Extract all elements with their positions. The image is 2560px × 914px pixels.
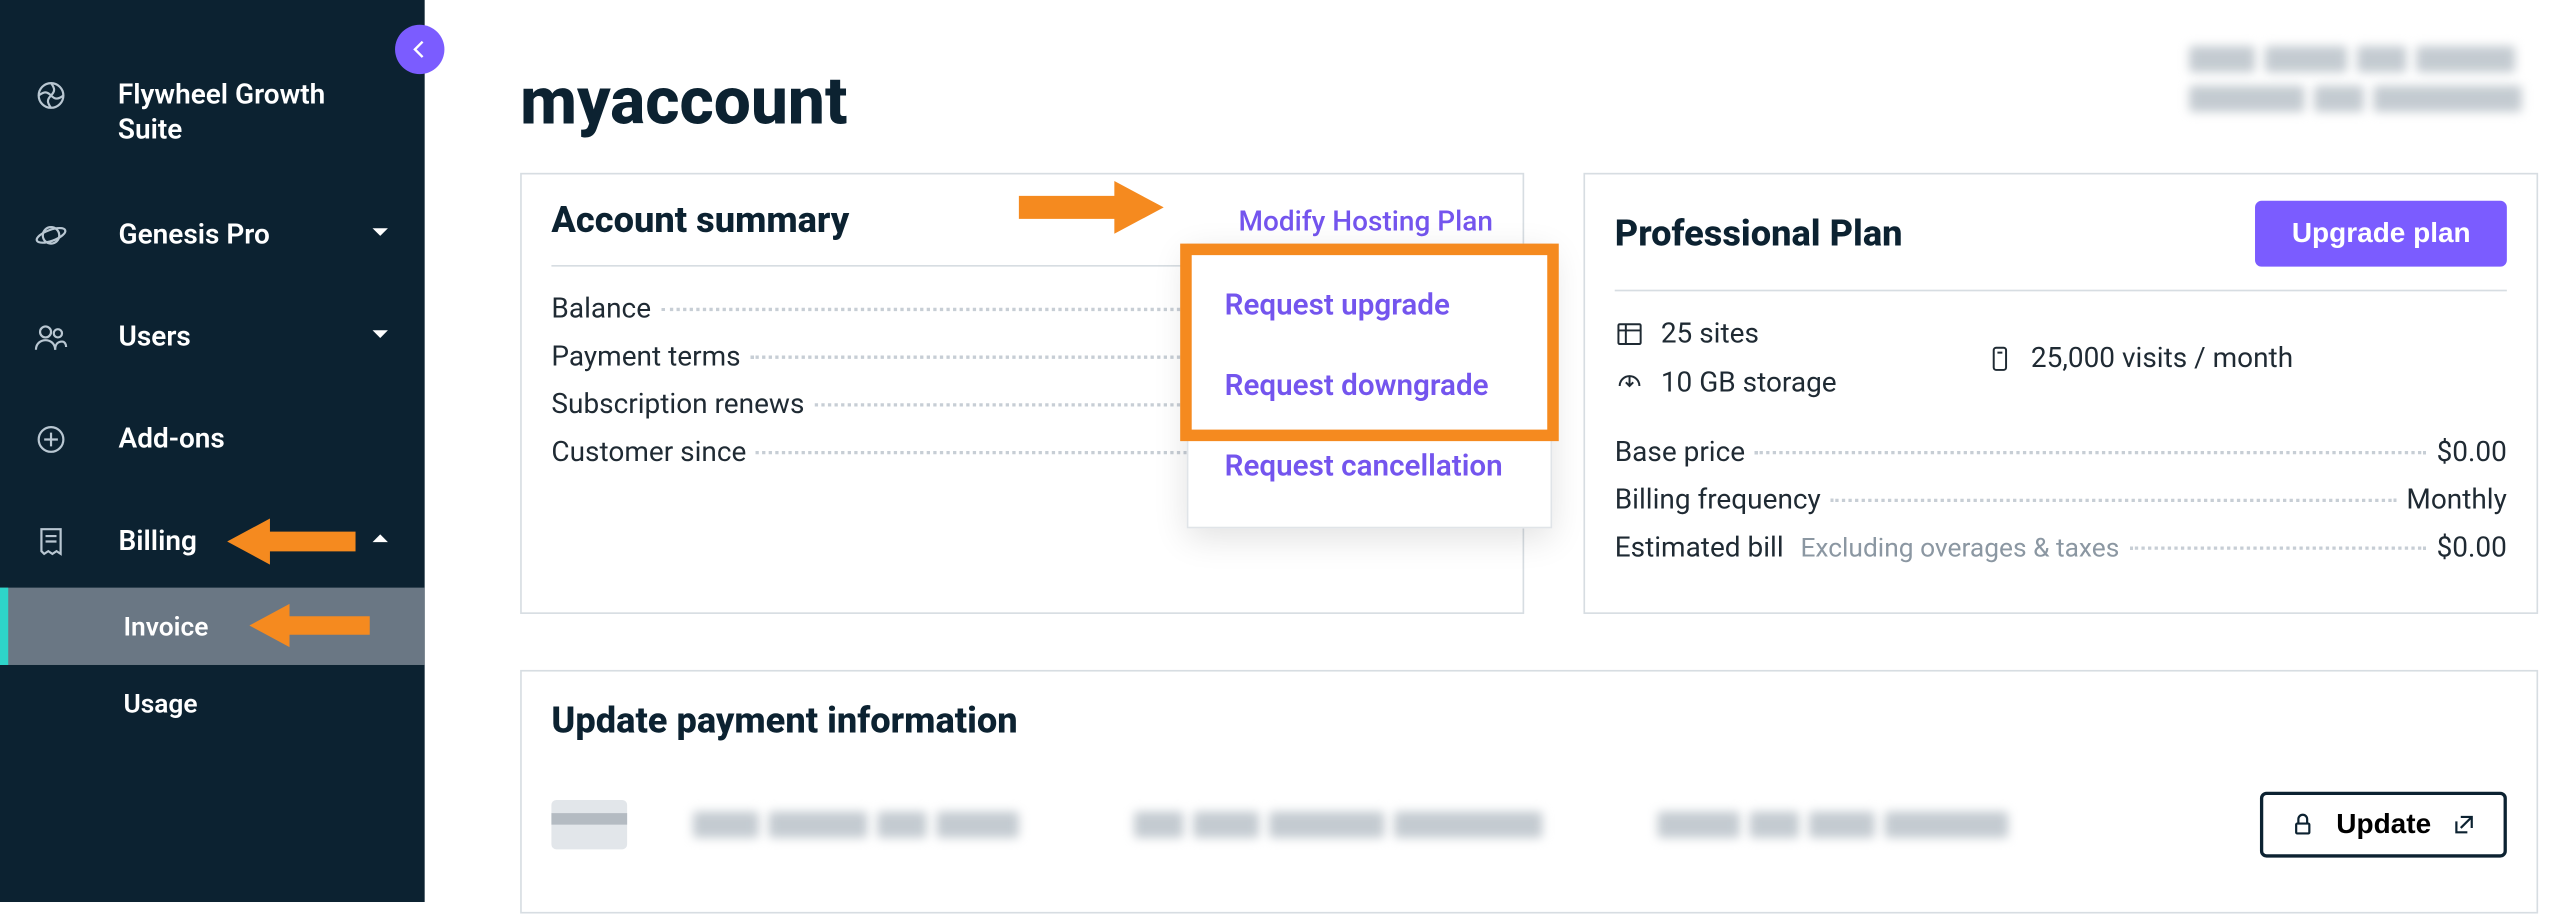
sidebar-item-label: Flywheel Growth Suite — [118, 79, 392, 149]
upgrade-plan-button[interactable]: Upgrade plan — [2256, 201, 2507, 267]
plan-row-base-price: Base price $0.00 — [1615, 436, 2507, 469]
dropdown-request-cancellation[interactable]: Request cancellation — [1188, 426, 1550, 507]
row-note: Excluding overages & taxes — [1800, 532, 2119, 563]
dropdown-request-upgrade[interactable]: Request upgrade — [1188, 265, 1550, 346]
update-payment-panel: Update payment information — [520, 670, 2538, 914]
sidebar-subitem-label: Usage — [123, 687, 197, 718]
stat-text: 10 GB storage — [1661, 367, 1837, 400]
row-label: Subscription renews — [551, 388, 804, 421]
sidebar-item-label: Billing — [119, 524, 197, 557]
modify-plan-dropdown: Request upgrade Request downgrade Reques… — [1187, 244, 1552, 529]
redacted-region — [693, 811, 1019, 837]
storage-icon — [1615, 369, 1645, 399]
sidebar-item-label: Users — [119, 320, 191, 353]
sidebar-subitem-invoice[interactable]: Invoice — [0, 587, 425, 664]
sites-icon — [1615, 319, 1645, 349]
chevron-down-icon — [369, 218, 392, 251]
row-value: Monthly — [2406, 484, 2506, 517]
update-payment-button[interactable]: Update — [2261, 792, 2507, 858]
annotation-arrow-icon — [245, 600, 377, 649]
modify-hosting-plan-link[interactable]: Modify Hosting Plan — [1239, 205, 1493, 238]
stat-text: 25 sites — [1661, 318, 1759, 351]
sidebar-item-users[interactable]: Users — [0, 300, 425, 372]
visits-icon — [1985, 344, 2015, 374]
users-icon — [33, 320, 69, 353]
chevron-down-icon — [369, 320, 392, 353]
sidebar-item-label: Genesis Pro — [119, 218, 270, 251]
sidebar-item-billing[interactable]: Billing — [0, 504, 425, 576]
row-label: Customer since — [551, 436, 746, 469]
collapse-sidebar-button[interactable] — [395, 25, 444, 74]
stat-text: 25,000 visits / month — [2031, 342, 2293, 375]
chevron-up-icon — [369, 524, 392, 557]
sidebar: Flywheel Growth Suite Genesis Pro Users — [0, 0, 425, 902]
plan-row-estimated-bill: Estimated bill Excluding overages & taxe… — [1615, 532, 2507, 565]
row-label: Estimated bill Excluding overages & taxe… — [1615, 532, 2120, 565]
fan-icon — [33, 79, 69, 112]
plan-panel: Professional Plan Upgrade plan 25 sites … — [1583, 173, 2538, 614]
stat-storage: 10 GB storage — [1615, 367, 1837, 400]
row-label: Base price — [1615, 436, 1745, 469]
main-content: myaccount Account summary Modify Hosting… — [425, 0, 2560, 902]
update-payment-heading: Update payment information — [551, 701, 2506, 742]
redacted-region — [1658, 811, 2009, 837]
redacted-region — [1134, 811, 1542, 837]
row-value: $0.00 — [2437, 532, 2507, 565]
plus-circle-icon — [33, 422, 69, 455]
plan-heading: Professional Plan — [1615, 213, 1903, 254]
redacted-region — [2189, 46, 2535, 132]
row-label: Billing frequency — [1615, 484, 1821, 517]
sidebar-item-label: Add-ons — [119, 422, 225, 455]
row-label: Payment terms — [551, 341, 740, 374]
external-link-icon — [2451, 811, 2477, 837]
row-label: Balance — [551, 293, 651, 326]
receipt-icon — [33, 524, 69, 557]
row-value: $0.00 — [2437, 436, 2507, 469]
account-summary-panel: Account summary Modify Hosting Plan Bala… — [520, 173, 1524, 614]
annotation-arrow-icon — [227, 514, 359, 567]
dropdown-request-downgrade[interactable]: Request downgrade — [1188, 346, 1550, 427]
plan-row-billing-frequency: Billing frequency Monthly — [1615, 484, 2507, 517]
stat-visits: 25,000 visits / month — [1985, 318, 2293, 400]
sidebar-item-add-ons[interactable]: Add-ons — [0, 402, 425, 474]
arrow-left-icon — [408, 38, 431, 61]
stat-sites: 25 sites — [1615, 318, 1837, 351]
account-summary-heading: Account summary — [551, 201, 849, 242]
sidebar-item-genesis-pro[interactable]: Genesis Pro — [0, 198, 425, 270]
sidebar-subitem-label: Invoice — [123, 610, 208, 641]
lock-icon — [2290, 811, 2316, 837]
card-icon — [551, 800, 627, 849]
saturn-icon — [33, 218, 69, 251]
update-button-label: Update — [2336, 808, 2431, 841]
sidebar-item-flywheel-growth-suite[interactable]: Flywheel Growth Suite — [0, 59, 425, 168]
sidebar-subitem-usage[interactable]: Usage — [0, 664, 425, 741]
